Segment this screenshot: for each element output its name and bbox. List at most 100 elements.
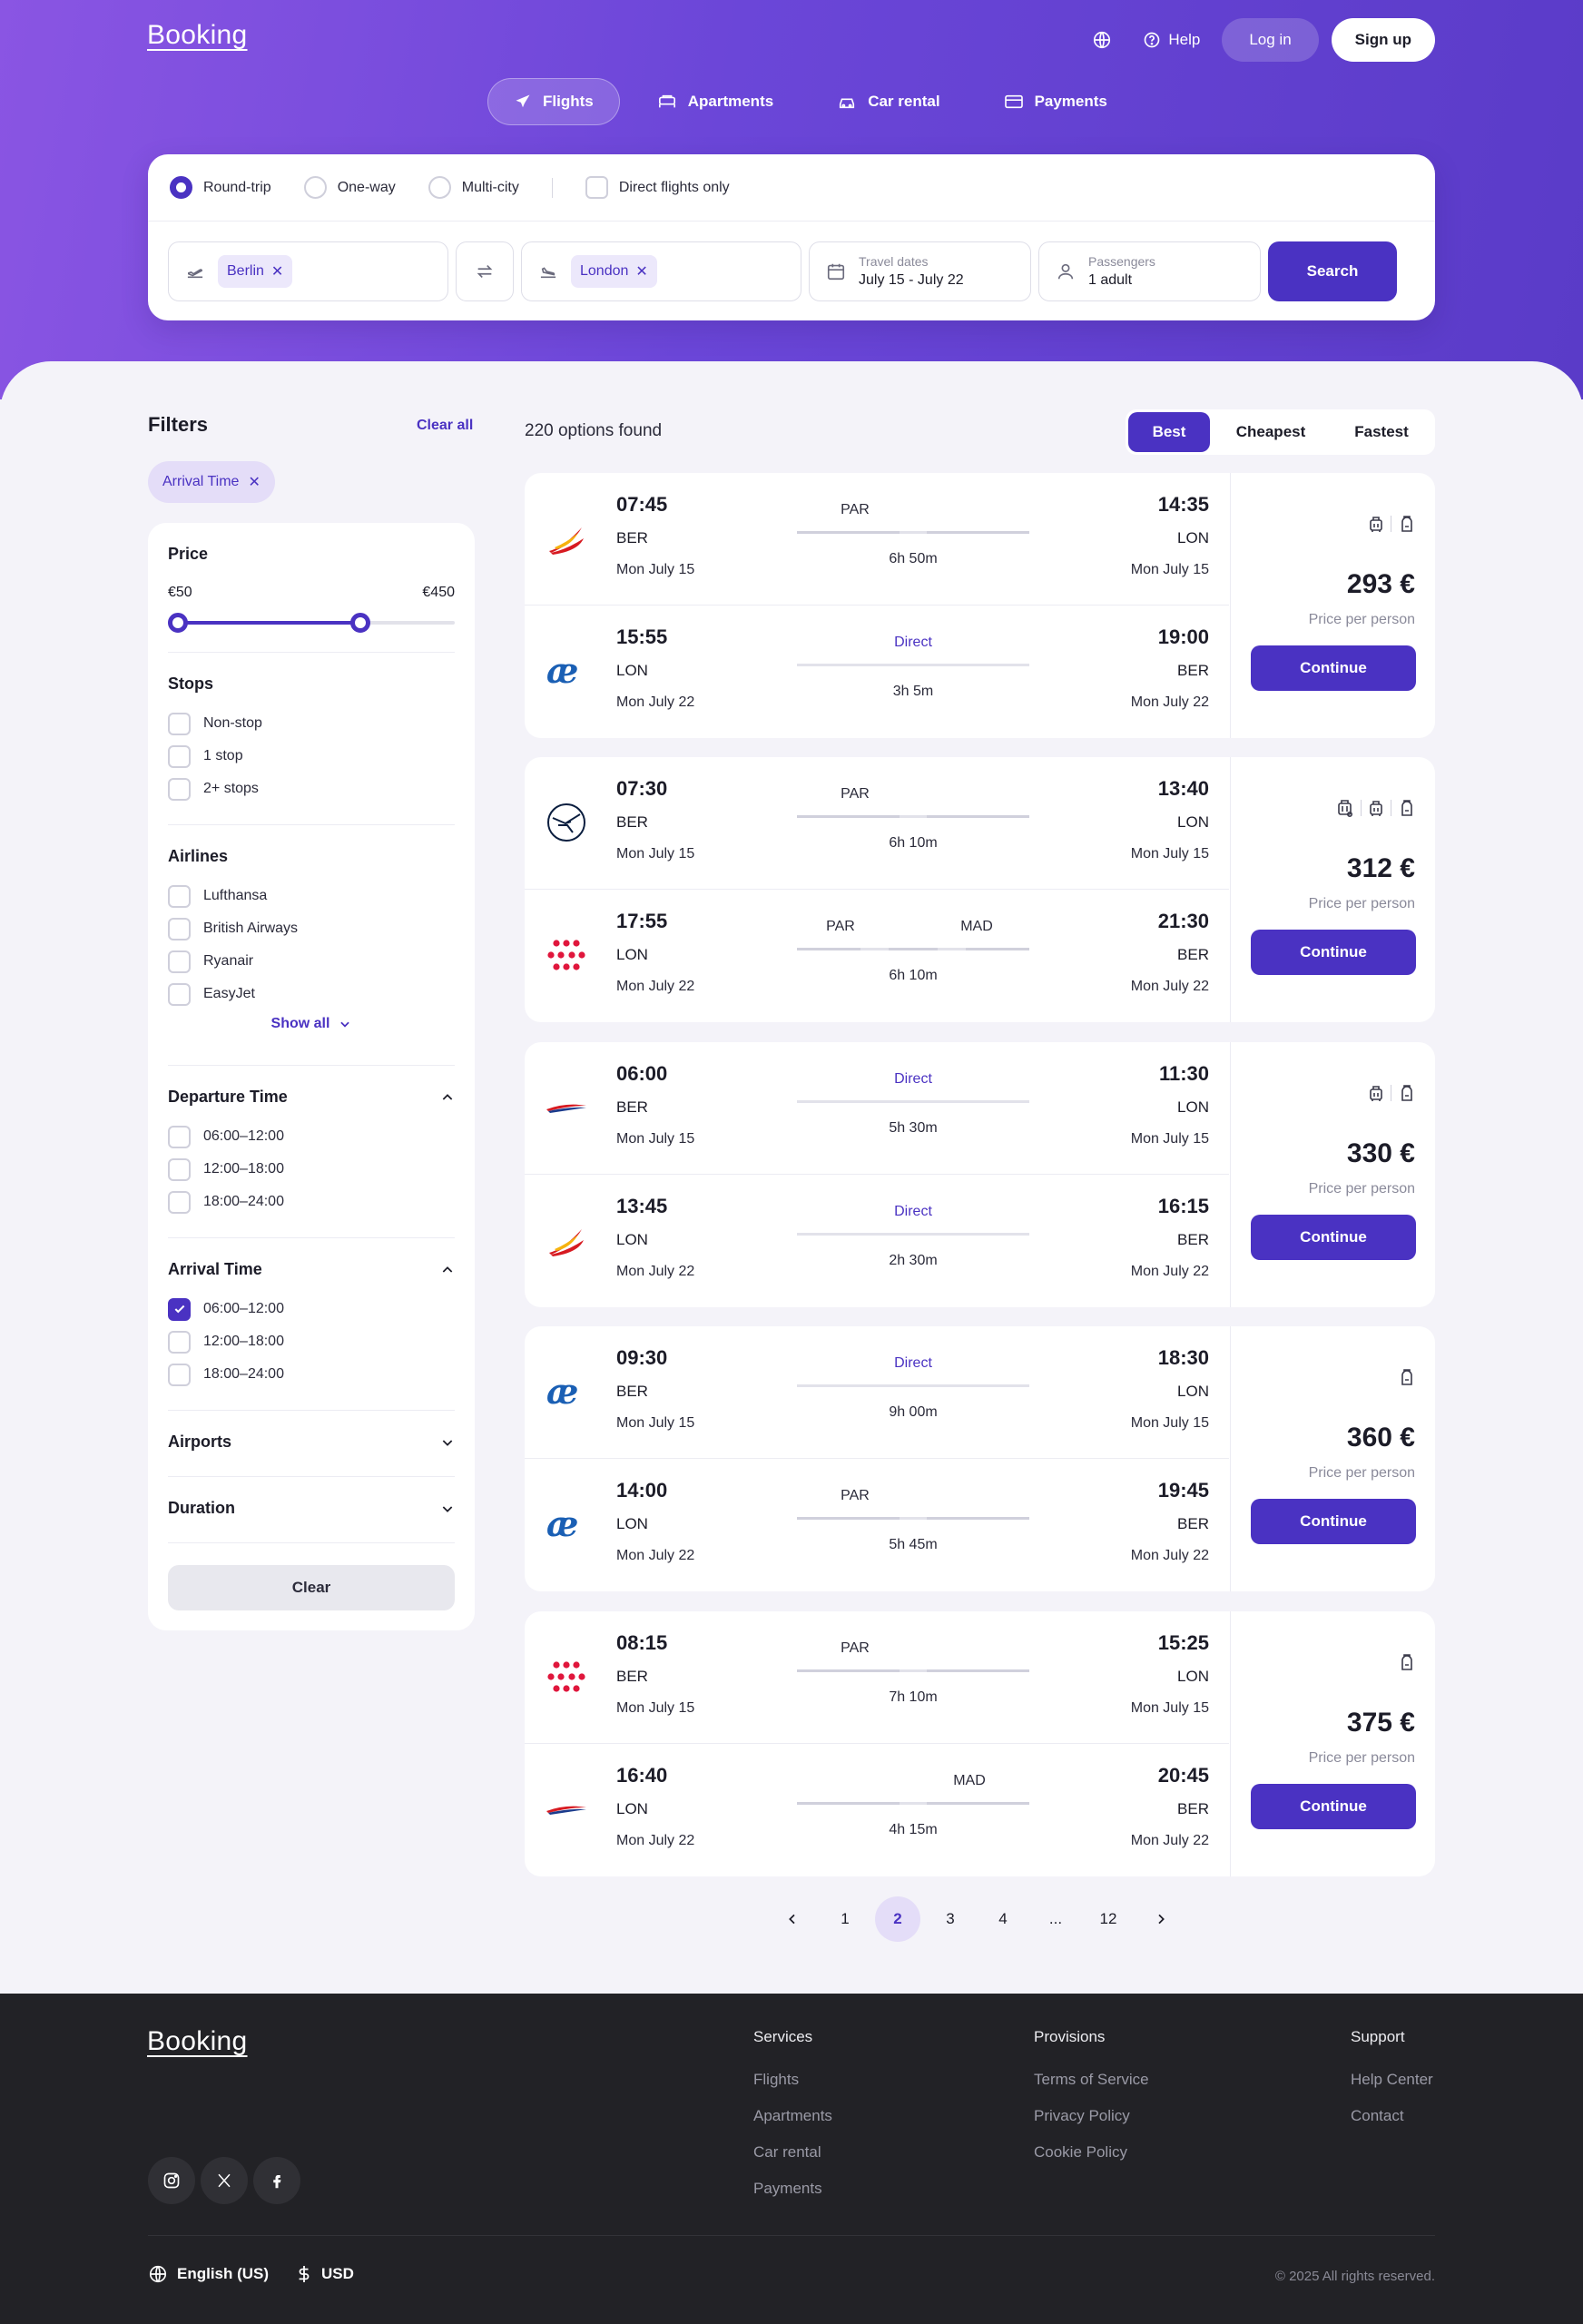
airline-logo-british (545, 1086, 588, 1129)
arrival-option[interactable]: 06:00–12:00 (168, 1293, 284, 1325)
cabin-bag-icon (1369, 1084, 1383, 1102)
price-per-person-label: Price per person (1308, 1181, 1415, 1196)
page-button[interactable]: 1 (822, 1896, 868, 1942)
route-line (797, 1100, 1029, 1103)
airline-option[interactable]: Ryanair (168, 945, 298, 978)
footer-link[interactable]: Help Center (1351, 2071, 1433, 2089)
remove-icon[interactable]: ✕ (271, 262, 283, 281)
slider-max-handle[interactable] (350, 613, 371, 633)
arrival-date: Mon July 15 (1130, 846, 1209, 862)
stops-option[interactable]: 2+ stops (168, 773, 262, 805)
footer-link[interactable]: Car rental (753, 2143, 821, 2162)
destination-field[interactable]: London ✕ (521, 241, 801, 301)
x-button[interactable] (201, 2157, 248, 2204)
page-button[interactable]: 12 (1086, 1896, 1131, 1942)
flight-card[interactable]: 06:00 BER Mon July 15 11:30 LON Mon July… (525, 1042, 1435, 1307)
tab-car-rental[interactable]: Car rental (811, 78, 966, 125)
origin-chip[interactable]: Berlin ✕ (218, 255, 293, 288)
filters-title: Filters (148, 413, 209, 436)
page-button-active[interactable]: 2 (875, 1896, 920, 1942)
footer-link[interactable]: Terms of Service (1034, 2071, 1149, 2089)
price-slider[interactable] (168, 613, 455, 633)
clear-filters-button[interactable]: Clear (168, 1565, 455, 1610)
next-page-button[interactable] (1138, 1896, 1184, 1942)
origin-field[interactable]: Berlin ✕ (168, 241, 448, 301)
sort-best[interactable]: Best (1128, 412, 1210, 452)
footer-link[interactable]: Payments (753, 2180, 822, 2198)
footer-link[interactable]: Cookie Policy (1034, 2143, 1127, 2162)
footer-logo[interactable]: Booking (147, 2026, 248, 2057)
airports-header[interactable]: Airports (168, 1433, 455, 1452)
search-button[interactable]: Search (1268, 241, 1397, 301)
login-button[interactable]: Log in (1222, 18, 1319, 62)
language-button[interactable] (1083, 18, 1121, 62)
airline-logo-aireuropa: æ (545, 1502, 588, 1546)
continue-button[interactable]: Continue (1251, 1215, 1416, 1260)
prev-page-button[interactable] (770, 1896, 815, 1942)
continue-button[interactable]: Continue (1251, 1784, 1416, 1829)
tab-payments[interactable]: Payments (978, 78, 1134, 125)
clear-all-link[interactable]: Clear all (417, 418, 473, 434)
flight-card[interactable]: 07:45 BER Mon July 15 14:35 LON Mon July… (525, 473, 1435, 738)
arrival-option[interactable]: 18:00–24:00 (168, 1358, 284, 1391)
airline-logo-aireuropa: æ (545, 649, 588, 693)
currency-selector[interactable]: USD (296, 2264, 354, 2284)
flight-card[interactable]: æ 09:30 BER Mon July 15 18:30 LON Mon Ju… (525, 1326, 1435, 1591)
continue-button[interactable]: Continue (1251, 1499, 1416, 1544)
departure-option[interactable]: 06:00–12:00 (168, 1120, 284, 1153)
logo[interactable]: Booking (147, 20, 248, 51)
page-button[interactable]: 3 (928, 1896, 973, 1942)
help-link[interactable]: Help (1134, 18, 1209, 62)
arrival-options: 06:00–12:00 12:00–18:00 18:00–24:00 (168, 1293, 284, 1391)
sort-cheapest[interactable]: Cheapest (1214, 412, 1328, 452)
sort-fastest[interactable]: Fastest (1332, 412, 1431, 452)
flight-card[interactable]: 07:30 BER Mon July 15 13:40 LON Mon July… (525, 757, 1435, 1022)
airlines-options: Lufthansa British Airways Ryanair EasyJe… (168, 880, 298, 1010)
remove-icon[interactable]: ✕ (248, 473, 260, 491)
stops-option[interactable]: Non-stop (168, 707, 262, 740)
baggage-icons (1369, 515, 1415, 533)
page-button[interactable]: 4 (980, 1896, 1026, 1942)
airline-option[interactable]: Lufthansa (168, 880, 298, 912)
dates-field[interactable]: Travel dates July 15 - July 22 (809, 241, 1031, 301)
tab-apartments[interactable]: Apartments (631, 78, 800, 125)
stops-option[interactable]: 1 stop (168, 740, 262, 773)
active-filter-chip[interactable]: Arrival Time ✕ (148, 461, 275, 503)
checkbox-empty-icon (168, 1190, 191, 1214)
departure-airport: LON (616, 946, 648, 963)
show-all-button[interactable]: Show all (168, 1016, 455, 1032)
language-selector[interactable]: English (US) (148, 2264, 269, 2284)
svg-text:æ: æ (546, 1374, 578, 1410)
flight-card[interactable]: 08:15 BER Mon July 15 15:25 LON Mon July… (525, 1611, 1435, 1876)
direct-only-checkbox[interactable]: Direct flights only (585, 176, 730, 199)
signup-button[interactable]: Sign up (1331, 18, 1435, 62)
card-icon (1004, 94, 1024, 110)
continue-button[interactable]: Continue (1251, 930, 1416, 975)
remove-icon[interactable]: ✕ (635, 262, 647, 281)
radio-round-trip[interactable]: Round-trip (170, 176, 271, 199)
airline-option[interactable]: British Airways (168, 912, 298, 945)
footer-link[interactable]: Contact (1351, 2107, 1404, 2125)
tab-flights[interactable]: Flights (487, 78, 620, 125)
arrival-header[interactable]: Arrival Time (168, 1260, 455, 1279)
price-per-person-label: Price per person (1308, 1750, 1415, 1766)
destination-chip[interactable]: London ✕ (571, 255, 657, 288)
departure-header[interactable]: Departure Time (168, 1088, 455, 1107)
departure-option[interactable]: 12:00–18:00 (168, 1153, 284, 1186)
footer-link[interactable]: Apartments (753, 2107, 832, 2125)
footer-link[interactable]: Privacy Policy (1034, 2107, 1130, 2125)
radio-multi-city[interactable]: Multi-city (428, 176, 519, 199)
arrival-option[interactable]: 12:00–18:00 (168, 1325, 284, 1358)
continue-button[interactable]: Continue (1251, 645, 1416, 691)
departure-time: 08:15 (616, 1631, 668, 1654)
radio-one-way[interactable]: One-way (303, 176, 396, 199)
footer-link[interactable]: Flights (753, 2071, 799, 2089)
duration-header[interactable]: Duration (168, 1499, 455, 1518)
facebook-button[interactable] (253, 2157, 300, 2204)
swap-button[interactable] (456, 241, 514, 301)
instagram-button[interactable] (148, 2157, 195, 2204)
passengers-field[interactable]: Passengers 1 adult (1038, 241, 1261, 301)
airline-option[interactable]: EasyJet (168, 978, 298, 1010)
departure-option[interactable]: 18:00–24:00 (168, 1186, 284, 1218)
slider-min-handle[interactable] (168, 613, 188, 633)
